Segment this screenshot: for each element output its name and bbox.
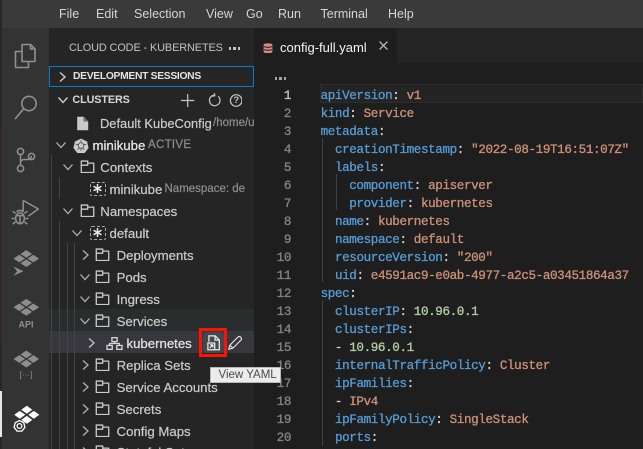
svg-text:[···]: [···] bbox=[19, 370, 32, 380]
svg-text:API: API bbox=[18, 320, 33, 330]
